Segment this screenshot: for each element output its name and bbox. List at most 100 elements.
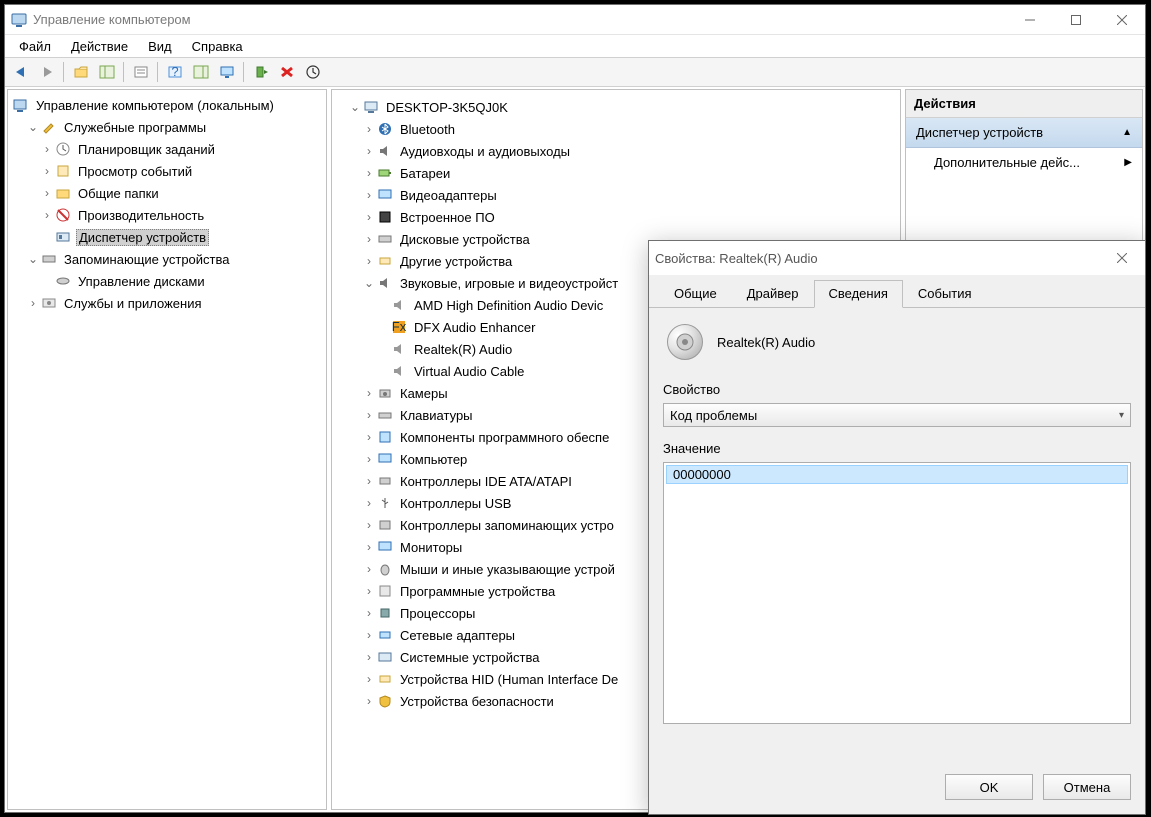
property-label: Свойство <box>663 382 1131 397</box>
tree-performance[interactable]: ›Производительность <box>12 204 326 226</box>
actions-more-row[interactable]: Дополнительные дейс... ▶ <box>906 148 1142 177</box>
collapse-icon[interactable]: ⌄ <box>26 120 40 134</box>
pc-icon <box>362 98 380 116</box>
tree-services-apps[interactable]: ›Службы и приложения <box>12 292 326 314</box>
expand-icon[interactable]: › <box>362 188 376 202</box>
menu-file[interactable]: Файл <box>9 37 61 56</box>
expand-icon[interactable]: › <box>362 386 376 400</box>
maximize-button[interactable] <box>1053 5 1099 35</box>
tree-storage[interactable]: ⌄Запоминающие устройства <box>12 248 326 270</box>
minimize-button[interactable] <box>1007 5 1053 35</box>
device-speaker-icon <box>667 324 703 360</box>
expand-icon[interactable]: › <box>362 254 376 268</box>
speaker-icon <box>390 362 408 380</box>
tree-device-manager[interactable]: Диспетчер устройств <box>12 226 326 248</box>
collapse-icon[interactable]: ⌄ <box>348 100 362 114</box>
expand-icon[interactable]: › <box>362 584 376 598</box>
tree-task-scheduler[interactable]: ›Планировщик заданий <box>12 138 326 160</box>
expand-icon[interactable]: › <box>40 186 54 200</box>
cat-row[interactable]: ›Bluetooth <box>348 118 900 140</box>
nav-back-button[interactable] <box>9 60 33 84</box>
tree-shared-folders[interactable]: ›Общие папки <box>12 182 326 204</box>
up-folder-button[interactable] <box>69 60 93 84</box>
expand-icon[interactable]: › <box>362 166 376 180</box>
expand-icon[interactable]: › <box>362 672 376 686</box>
cat-row[interactable]: ›Встроенное ПО <box>348 206 900 228</box>
expand-icon[interactable]: › <box>362 408 376 422</box>
expand-icon[interactable]: › <box>26 296 40 310</box>
expand-icon[interactable]: › <box>362 232 376 246</box>
expand-icon[interactable]: › <box>362 606 376 620</box>
ok-button[interactable]: OK <box>945 774 1033 800</box>
menu-view[interactable]: Вид <box>138 37 182 56</box>
dialog-buttons: OK Отмена <box>945 774 1131 800</box>
device-header: Realtek(R) Audio <box>663 318 1131 376</box>
cat-row[interactable]: ›Видеоадаптеры <box>348 184 900 206</box>
tab-general[interactable]: Общие <box>659 280 732 308</box>
usb-icon <box>376 494 394 512</box>
tree-root[interactable]: Управление компьютером (локальным) <box>12 94 326 116</box>
update-driver-button[interactable] <box>301 60 325 84</box>
cat-row[interactable]: ›Аудиовходы и аудиовыходы <box>348 140 900 162</box>
tree-system-tools[interactable]: ⌄ Служебные программы <box>12 116 326 138</box>
value-label: Значение <box>663 441 1131 456</box>
help-button[interactable]: ? <box>163 60 187 84</box>
expand-icon[interactable]: › <box>362 496 376 510</box>
expand-icon[interactable]: › <box>362 430 376 444</box>
dialog-close-button[interactable] <box>1099 243 1145 273</box>
fx-icon: Fx <box>390 318 408 336</box>
value-item[interactable]: 00000000 <box>666 465 1128 484</box>
security-device-icon <box>376 692 394 710</box>
battery-icon <box>376 164 394 182</box>
close-button[interactable] <box>1099 5 1145 35</box>
property-combo-value: Код проблемы <box>670 408 757 423</box>
tab-events[interactable]: События <box>903 280 987 308</box>
svg-text:?: ? <box>171 65 178 79</box>
tab-driver[interactable]: Драйвер <box>732 280 814 308</box>
expand-icon[interactable]: › <box>362 540 376 554</box>
expand-icon[interactable]: › <box>40 164 54 178</box>
menu-help[interactable]: Справка <box>182 37 253 56</box>
software-component-icon <box>376 428 394 446</box>
expand-icon[interactable]: › <box>362 144 376 158</box>
value-listbox[interactable]: 00000000 <box>663 462 1131 724</box>
menu-action[interactable]: Действие <box>61 37 138 56</box>
performance-icon <box>54 206 72 224</box>
expand-icon[interactable]: › <box>362 628 376 642</box>
expand-icon[interactable]: › <box>40 142 54 156</box>
expand-icon[interactable]: › <box>362 122 376 136</box>
expand-icon[interactable]: › <box>40 208 54 222</box>
cancel-button[interactable]: Отмена <box>1043 774 1131 800</box>
nav-forward-button[interactable] <box>35 60 59 84</box>
tab-details[interactable]: Сведения <box>814 280 903 308</box>
console-tree[interactable]: Управление компьютером (локальным) ⌄ Слу… <box>8 90 326 318</box>
keyboard-icon <box>376 406 394 424</box>
expand-icon[interactable]: › <box>362 694 376 708</box>
collapse-icon[interactable]: ⌄ <box>362 276 376 290</box>
tree-disk-management[interactable]: Управление дисками <box>12 270 326 292</box>
property-combo[interactable]: Код проблемы ▾ <box>663 403 1131 427</box>
chevron-up-icon: ▲ <box>1122 127 1132 138</box>
expand-icon[interactable]: › <box>362 650 376 664</box>
actions-title-row[interactable]: Диспетчер устройств ▲ <box>906 118 1142 148</box>
show-hide-tree-button[interactable] <box>95 60 119 84</box>
cat-row[interactable]: ›Батареи <box>348 162 900 184</box>
window-title: Управление компьютером <box>33 12 1007 27</box>
scan-hardware-button[interactable] <box>249 60 273 84</box>
expand-icon[interactable]: › <box>362 452 376 466</box>
cpu-icon <box>376 604 394 622</box>
disable-button[interactable] <box>275 60 299 84</box>
expand-icon[interactable]: › <box>362 562 376 576</box>
tree-event-viewer[interactable]: ›Просмотр событий <box>12 160 326 182</box>
device-root[interactable]: ⌄DESKTOP-3K5QJ0K <box>348 96 900 118</box>
collapse-icon[interactable]: ⌄ <box>26 252 40 266</box>
monitor-button[interactable] <box>215 60 239 84</box>
properties-button[interactable] <box>129 60 153 84</box>
system-device-icon <box>376 648 394 666</box>
display-adapter-icon <box>376 186 394 204</box>
expand-icon[interactable]: › <box>362 474 376 488</box>
action-pane-button[interactable] <box>189 60 213 84</box>
titlebar: Управление компьютером <box>5 5 1145 35</box>
expand-icon[interactable]: › <box>362 210 376 224</box>
expand-icon[interactable]: › <box>362 518 376 532</box>
